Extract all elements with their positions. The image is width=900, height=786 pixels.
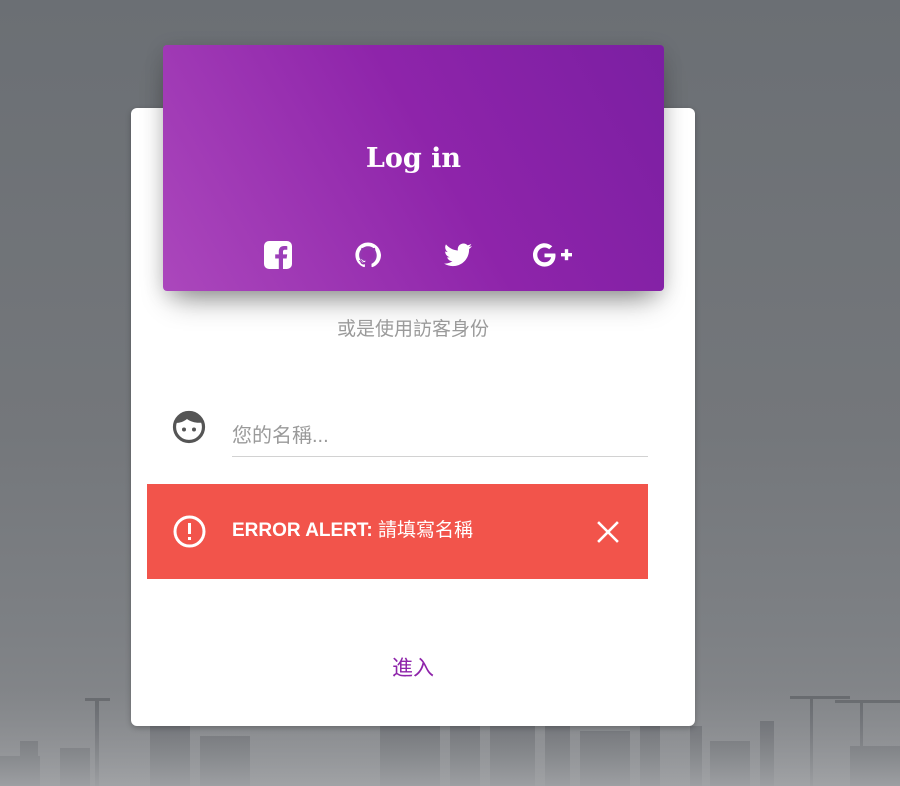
facebook-login-button[interactable] (256, 233, 300, 277)
twitter-login-button[interactable] (436, 233, 480, 277)
github-login-button[interactable] (346, 233, 390, 277)
alert-label: ERROR ALERT: (232, 520, 373, 541)
error-outline-icon (173, 515, 206, 548)
alert-message: ERROR ALERT: 請填寫名稱 (232, 517, 473, 545)
close-icon[interactable] (594, 518, 622, 546)
guest-login-text: 或是使用訪客身份 (336, 319, 489, 340)
facebook-square-icon (264, 241, 292, 269)
login-card-header: Log in (163, 45, 664, 291)
google-plus-icon (533, 243, 572, 267)
page-title: Log in (365, 143, 462, 174)
error-alert: ERROR ALERT: 請填寫名稱 (147, 484, 648, 579)
enter-button[interactable]: 進入 (363, 648, 463, 690)
alert-text: 請填寫名稱 (372, 520, 474, 541)
name-input[interactable] (232, 416, 648, 457)
face-icon (172, 410, 206, 444)
google-plus-login-button[interactable] (531, 233, 575, 277)
twitter-icon (444, 243, 472, 267)
github-icon (355, 242, 381, 268)
